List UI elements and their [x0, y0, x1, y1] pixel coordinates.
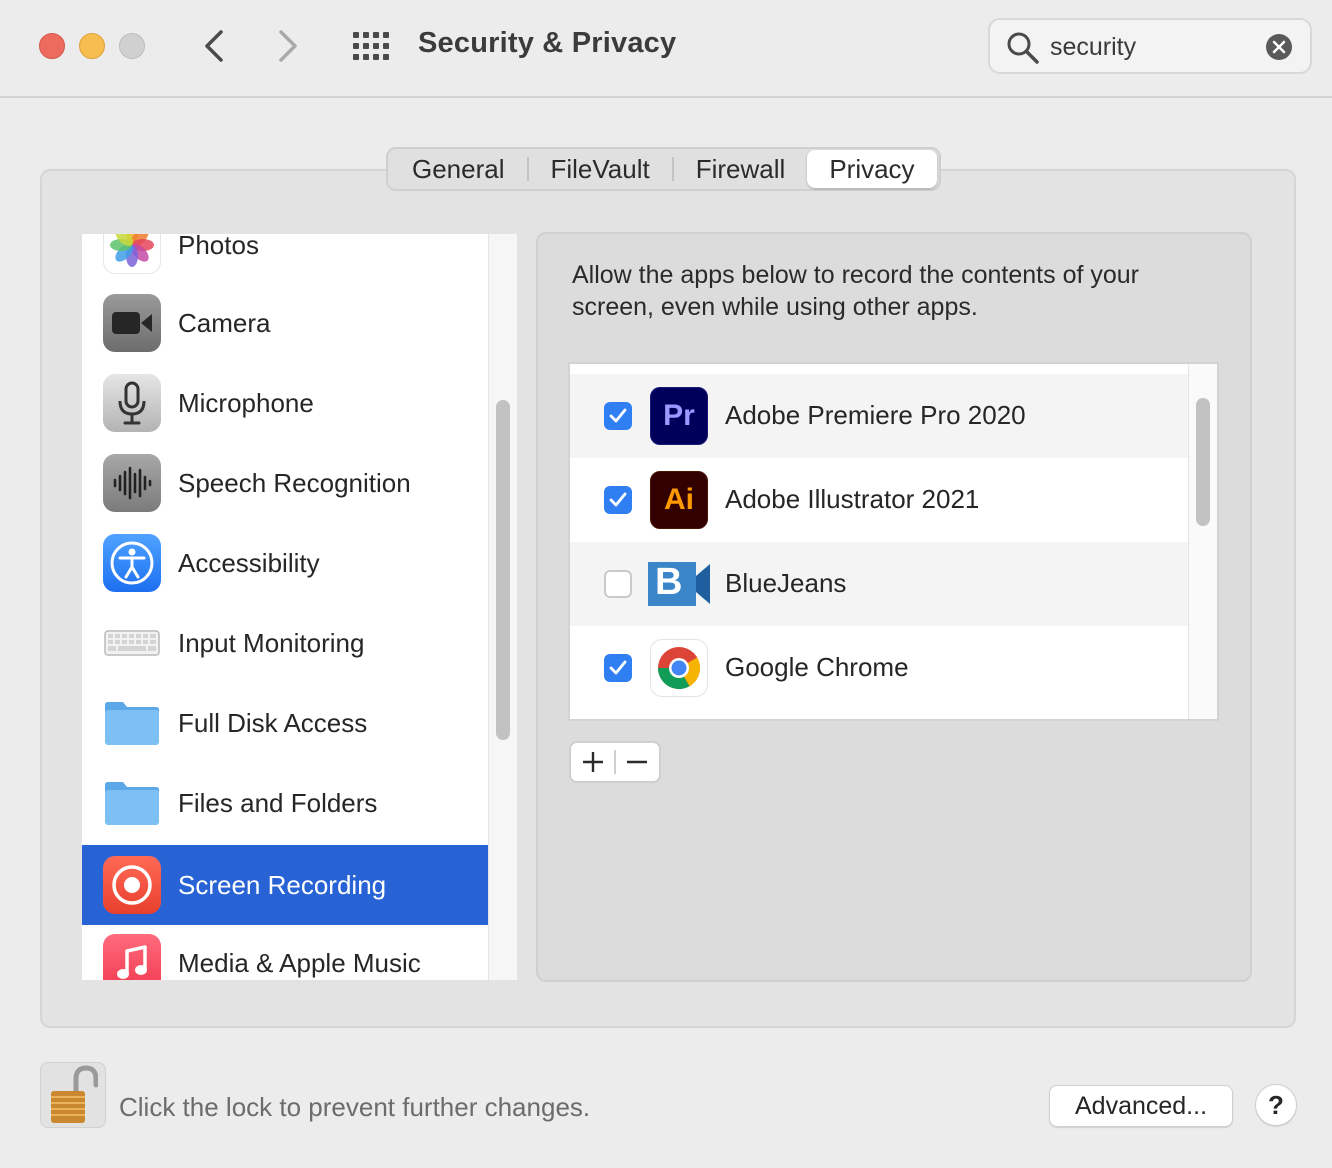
premiere-pro-icon: Pr [650, 387, 708, 445]
tab-firewall[interactable]: Firewall [674, 150, 808, 188]
folder-icon [103, 774, 161, 832]
sidebar-item-full-disk-access[interactable]: Full Disk Access [82, 683, 488, 763]
bluejeans-icon: B [646, 555, 712, 613]
sidebar-item-label: Media & Apple Music [178, 947, 421, 978]
sidebar-item-label: Input Monitoring [178, 627, 365, 658]
plus-icon [582, 752, 603, 772]
sidebar-item-label: Screen Recording [178, 869, 387, 900]
window-title: Security & Privacy [418, 27, 677, 59]
app-row-illustrator: Ai Adobe Illustrator 2021 [570, 458, 1190, 542]
sidebar-item-media-apple-music[interactable]: Media & Apple Music [82, 923, 488, 980]
app-row-bluejeans: B BlueJeans [570, 542, 1190, 626]
bluejeans-icon-text: B [655, 561, 683, 603]
clear-search-icon[interactable] [1266, 34, 1292, 60]
sidebar-item-label: Files and Folders [178, 787, 378, 818]
speech-recognition-icon [103, 454, 161, 512]
grid-icon [353, 32, 389, 60]
app-list-scroll-thumb[interactable] [1196, 398, 1210, 526]
lock-status-text: Click the lock to prevent further change… [119, 1092, 591, 1122]
checkmark-icon [609, 660, 627, 675]
sidebar-item-input-monitoring[interactable]: Input Monitoring [82, 603, 488, 683]
minus-icon [627, 760, 648, 764]
remove-app-button[interactable] [616, 743, 659, 781]
premiere-pro-checkbox[interactable] [604, 402, 632, 430]
music-icon [103, 934, 161, 980]
chevron-right-icon [279, 30, 297, 62]
app-row-google-chrome: Google Chrome [570, 626, 1190, 710]
keyboard-icon [103, 614, 161, 672]
app-row-premiere-pro: Pr Adobe Premiere Pro 2020 [570, 374, 1190, 458]
sidebar-item-speech-recognition[interactable]: Speech Recognition [82, 443, 488, 523]
minimize-window-button[interactable] [79, 33, 105, 59]
google-chrome-checkbox[interactable] [604, 654, 632, 682]
tab-privacy[interactable]: Privacy [807, 150, 937, 188]
sidebar-item-screen-recording[interactable]: Screen Recording [82, 845, 488, 925]
chevron-left-icon [205, 30, 223, 62]
forward-button[interactable] [268, 26, 308, 66]
sidebar-item-label: Photos [178, 234, 259, 260]
screen-recording-icon [103, 856, 161, 914]
show-all-button[interactable] [349, 26, 393, 66]
sidebar-item-camera[interactable]: Camera [82, 283, 488, 363]
privacy-category-list: Photos Camera Microphone Speech Recognit… [82, 234, 488, 980]
illustrator-icon-text: Ai [664, 483, 694, 516]
sidebar-item-files-and-folders[interactable]: Files and Folders [82, 763, 488, 843]
close-window-button[interactable] [39, 33, 65, 59]
app-name: BlueJeans [725, 568, 847, 598]
sidebar-item-microphone[interactable]: Microphone [82, 363, 488, 443]
search-field[interactable] [988, 18, 1312, 74]
sidebar-item-label: Accessibility [178, 547, 320, 578]
screen-recording-description: Allow the apps below to record the conte… [572, 261, 1139, 321]
app-name: Google Chrome [725, 652, 909, 682]
help-button[interactable]: ? [1255, 1084, 1297, 1126]
photos-icon [103, 234, 161, 274]
sidebar-item-label: Full Disk Access [178, 707, 368, 738]
microphone-icon [103, 374, 161, 432]
chrome-icon [650, 639, 708, 697]
add-app-button[interactable] [571, 743, 614, 781]
title-bar: Security & Privacy [0, 0, 1332, 98]
accessibility-icon [103, 534, 161, 592]
unlocked-padlock-icon [51, 1065, 98, 1123]
add-remove-control [569, 741, 661, 783]
search-icon [1007, 32, 1039, 64]
zoom-window-button[interactable] [119, 33, 145, 59]
app-name: Adobe Premiere Pro 2020 [725, 400, 1026, 430]
bluejeans-checkbox[interactable] [604, 570, 632, 598]
tab-general[interactable]: General [390, 150, 527, 188]
category-list-scroll-thumb[interactable] [496, 400, 510, 740]
folder-icon [103, 694, 161, 752]
sidebar-item-label: Microphone [178, 387, 314, 418]
app-name: Adobe Illustrator 2021 [725, 484, 980, 514]
checkmark-icon [609, 408, 627, 423]
illustrator-checkbox[interactable] [604, 486, 632, 514]
tab-bar: General FileVault Firewall Privacy [386, 147, 941, 191]
sidebar-item-label: Speech Recognition [178, 467, 411, 498]
search-input[interactable] [1050, 30, 1250, 64]
camera-icon [103, 294, 161, 352]
checkmark-icon [609, 492, 627, 507]
advanced-button[interactable]: Advanced... [1049, 1085, 1233, 1127]
lock-button[interactable] [40, 1062, 106, 1128]
sidebar-item-accessibility[interactable]: Accessibility [82, 523, 488, 603]
illustrator-icon: Ai [650, 471, 708, 529]
tab-filevault[interactable]: FileVault [529, 150, 672, 188]
premiere-pro-icon-text: Pr [663, 399, 695, 432]
back-button[interactable] [194, 26, 234, 66]
sidebar-item-label: Camera [178, 307, 271, 338]
app-list: Pr Adobe Premiere Pro 2020 Ai Adobe Illu… [568, 362, 1219, 721]
sidebar-item-photos[interactable]: Photos [82, 234, 488, 285]
